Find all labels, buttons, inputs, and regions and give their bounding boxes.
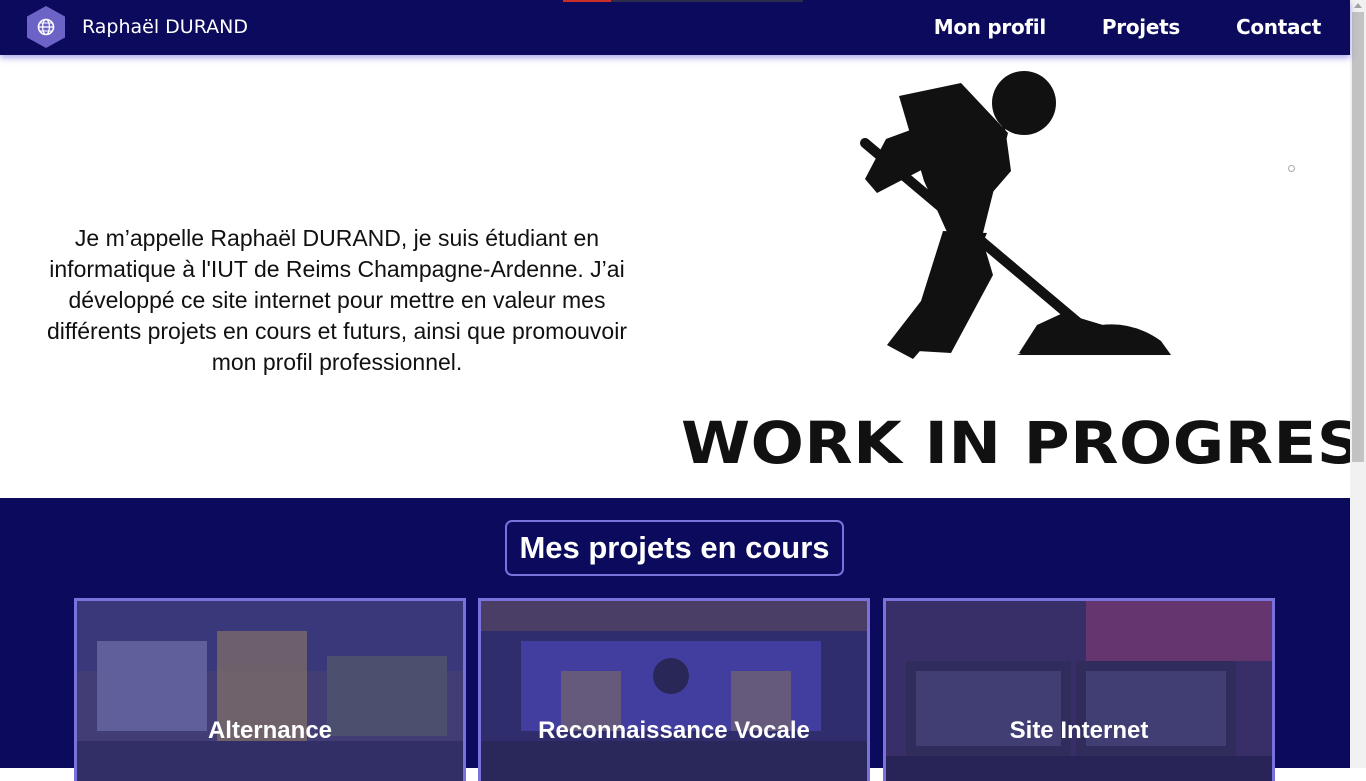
- card-title-alternance: Alternance: [207, 717, 333, 744]
- scroll-up-arrow-icon[interactable]: [1354, 3, 1362, 8]
- projects-title: Mes projets en cours: [505, 520, 844, 576]
- nav-link-mon-profil[interactable]: Mon profil: [934, 15, 1046, 39]
- scrollbar-thumb[interactable]: [1352, 12, 1364, 462]
- project-card-alternance[interactable]: Alternance: [74, 598, 466, 781]
- nav-link-projets[interactable]: Projets: [1102, 15, 1180, 39]
- navbar: Raphaël DURAND Mon profil Projets Contac…: [0, 0, 1350, 55]
- brand-name: Raphaël DURAND: [82, 16, 248, 38]
- projects-section: Mes projets en cours Alternance Reconnai…: [0, 498, 1350, 781]
- nav-menu: Mon profil Projets Contact: [878, 15, 1322, 39]
- project-card-site-internet[interactable]: Site Internet: [883, 598, 1275, 781]
- project-card-reconnaissance-vocale[interactable]: Reconnaissance Vocale: [478, 598, 870, 781]
- globe-hexagon-icon: [27, 6, 65, 48]
- work-in-progress-caption: WORK IN PROGRESS: [681, 409, 1366, 477]
- card-overlay: [77, 601, 463, 781]
- card-title-site-internet: Site Internet: [1009, 717, 1149, 744]
- page-scrollbar[interactable]: [1350, 0, 1366, 768]
- work-in-progress-image: WORK IN PROGRESS: [681, 63, 1366, 493]
- card-overlay: [886, 601, 1272, 781]
- brand[interactable]: Raphaël DURAND: [24, 5, 248, 49]
- nav-link-contact[interactable]: Contact: [1236, 15, 1321, 39]
- hero-section: Je m’appelle Raphaël DURAND, je suis étu…: [0, 55, 1366, 498]
- card-overlay: [481, 601, 867, 781]
- card-title-reconnaissance-vocale: Reconnaissance Vocale: [538, 717, 810, 744]
- worker-shoveling-icon: [860, 71, 1171, 359]
- intro-text: Je m’appelle Raphaël DURAND, je suis étu…: [47, 225, 627, 375]
- tab-indicator-red: [563, 0, 611, 2]
- stray-dot: [1288, 165, 1295, 172]
- tab-indicator-dark: [611, 0, 803, 2]
